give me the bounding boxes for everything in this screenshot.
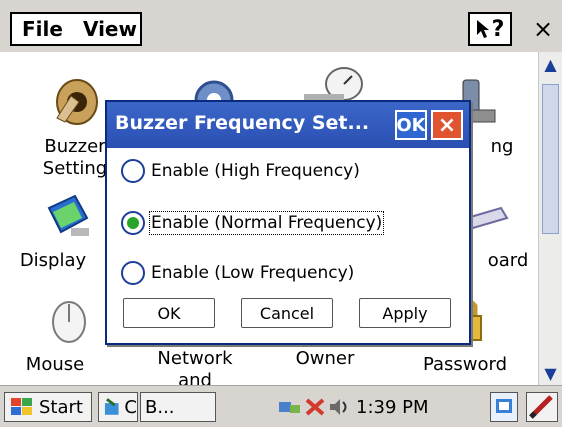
radio-low-frequency[interactable]: Enable (Low Frequency) bbox=[121, 258, 354, 288]
desktop-button[interactable] bbox=[490, 392, 518, 422]
start-label: Start bbox=[39, 396, 83, 418]
icon-label-line: Mouse bbox=[25, 354, 85, 375]
scroll-down-icon[interactable]: ▼ bbox=[539, 361, 562, 385]
taskbar-item-control-panel[interactable]: C bbox=[98, 392, 138, 422]
scroll-up-icon[interactable]: ▲ bbox=[539, 52, 562, 76]
taskbar-item-buzzer[interactable]: B... bbox=[140, 392, 216, 422]
battery-status-icon bbox=[305, 398, 325, 416]
radio-label: Enable (Normal Frequency) bbox=[148, 211, 385, 235]
display-icon bbox=[47, 194, 89, 236]
input-panel-button[interactable] bbox=[526, 392, 558, 422]
menu-bar: File View ? × bbox=[0, 0, 562, 52]
menu-group: File View bbox=[10, 12, 142, 46]
radio-label: Enable (High Frequency) bbox=[151, 161, 360, 181]
icon-label-line: oard bbox=[487, 250, 529, 271]
radio-high-frequency[interactable]: Enable (High Frequency) bbox=[121, 156, 360, 186]
icon-label-line: Password bbox=[422, 354, 508, 375]
vertical-scrollbar[interactable]: ▲ ▼ bbox=[538, 52, 562, 385]
cancel-button[interactable]: Cancel bbox=[241, 298, 333, 328]
taskbar-item-label: C bbox=[124, 396, 137, 418]
close-button[interactable]: × bbox=[528, 12, 558, 46]
system-tray: 1:39 PM bbox=[278, 392, 482, 422]
dialog-ok-box[interactable]: OK bbox=[395, 110, 427, 140]
menu-file[interactable]: File bbox=[12, 17, 73, 41]
dialog-title: Buzzer Frequency Set... bbox=[115, 112, 370, 134]
help-arrow-icon bbox=[476, 20, 489, 38]
network-status-icon bbox=[279, 402, 300, 413]
icon-label-line: Owner bbox=[295, 348, 355, 369]
desktop-icon bbox=[496, 399, 512, 413]
help-symbol: ? bbox=[491, 16, 505, 42]
apply-button[interactable]: Apply bbox=[359, 298, 451, 328]
radio-selected-dot bbox=[127, 217, 139, 229]
taskbar: Start C B... 1:39 PM bbox=[0, 385, 562, 427]
radio-button[interactable] bbox=[121, 159, 145, 183]
icon-label-line: ng bbox=[490, 136, 514, 157]
dialog-close-box[interactable]: × bbox=[431, 110, 463, 140]
buzzer-icon bbox=[56, 79, 98, 125]
radio-button[interactable] bbox=[121, 211, 145, 235]
mouse-icon bbox=[52, 301, 86, 343]
pen-icon bbox=[529, 395, 553, 419]
clock-time[interactable]: 1:39 PM bbox=[356, 397, 429, 418]
icon-label-line: Display bbox=[19, 250, 87, 271]
taskbar-item-label: B... bbox=[145, 396, 175, 418]
radio-button[interactable] bbox=[121, 261, 145, 285]
start-button[interactable]: Start bbox=[4, 392, 92, 422]
buzzer-frequency-dialog: Buzzer Frequency Set... OK × Enable (Hig… bbox=[105, 100, 471, 345]
radio-normal-frequency[interactable]: Enable (Normal Frequency) bbox=[121, 208, 385, 238]
radio-label: Enable (Low Frequency) bbox=[151, 263, 355, 283]
windows-flag-icon bbox=[11, 398, 32, 415]
ok-button[interactable]: OK bbox=[123, 298, 215, 328]
volume-icon bbox=[330, 399, 347, 415]
scroll-thumb[interactable] bbox=[542, 84, 559, 234]
control-panel-icon bbox=[104, 398, 119, 415]
menu-view[interactable]: View bbox=[73, 17, 147, 41]
help-button[interactable]: ? bbox=[468, 12, 512, 46]
dialog-title-bar: Buzzer Frequency Set... OK × bbox=[107, 102, 469, 148]
